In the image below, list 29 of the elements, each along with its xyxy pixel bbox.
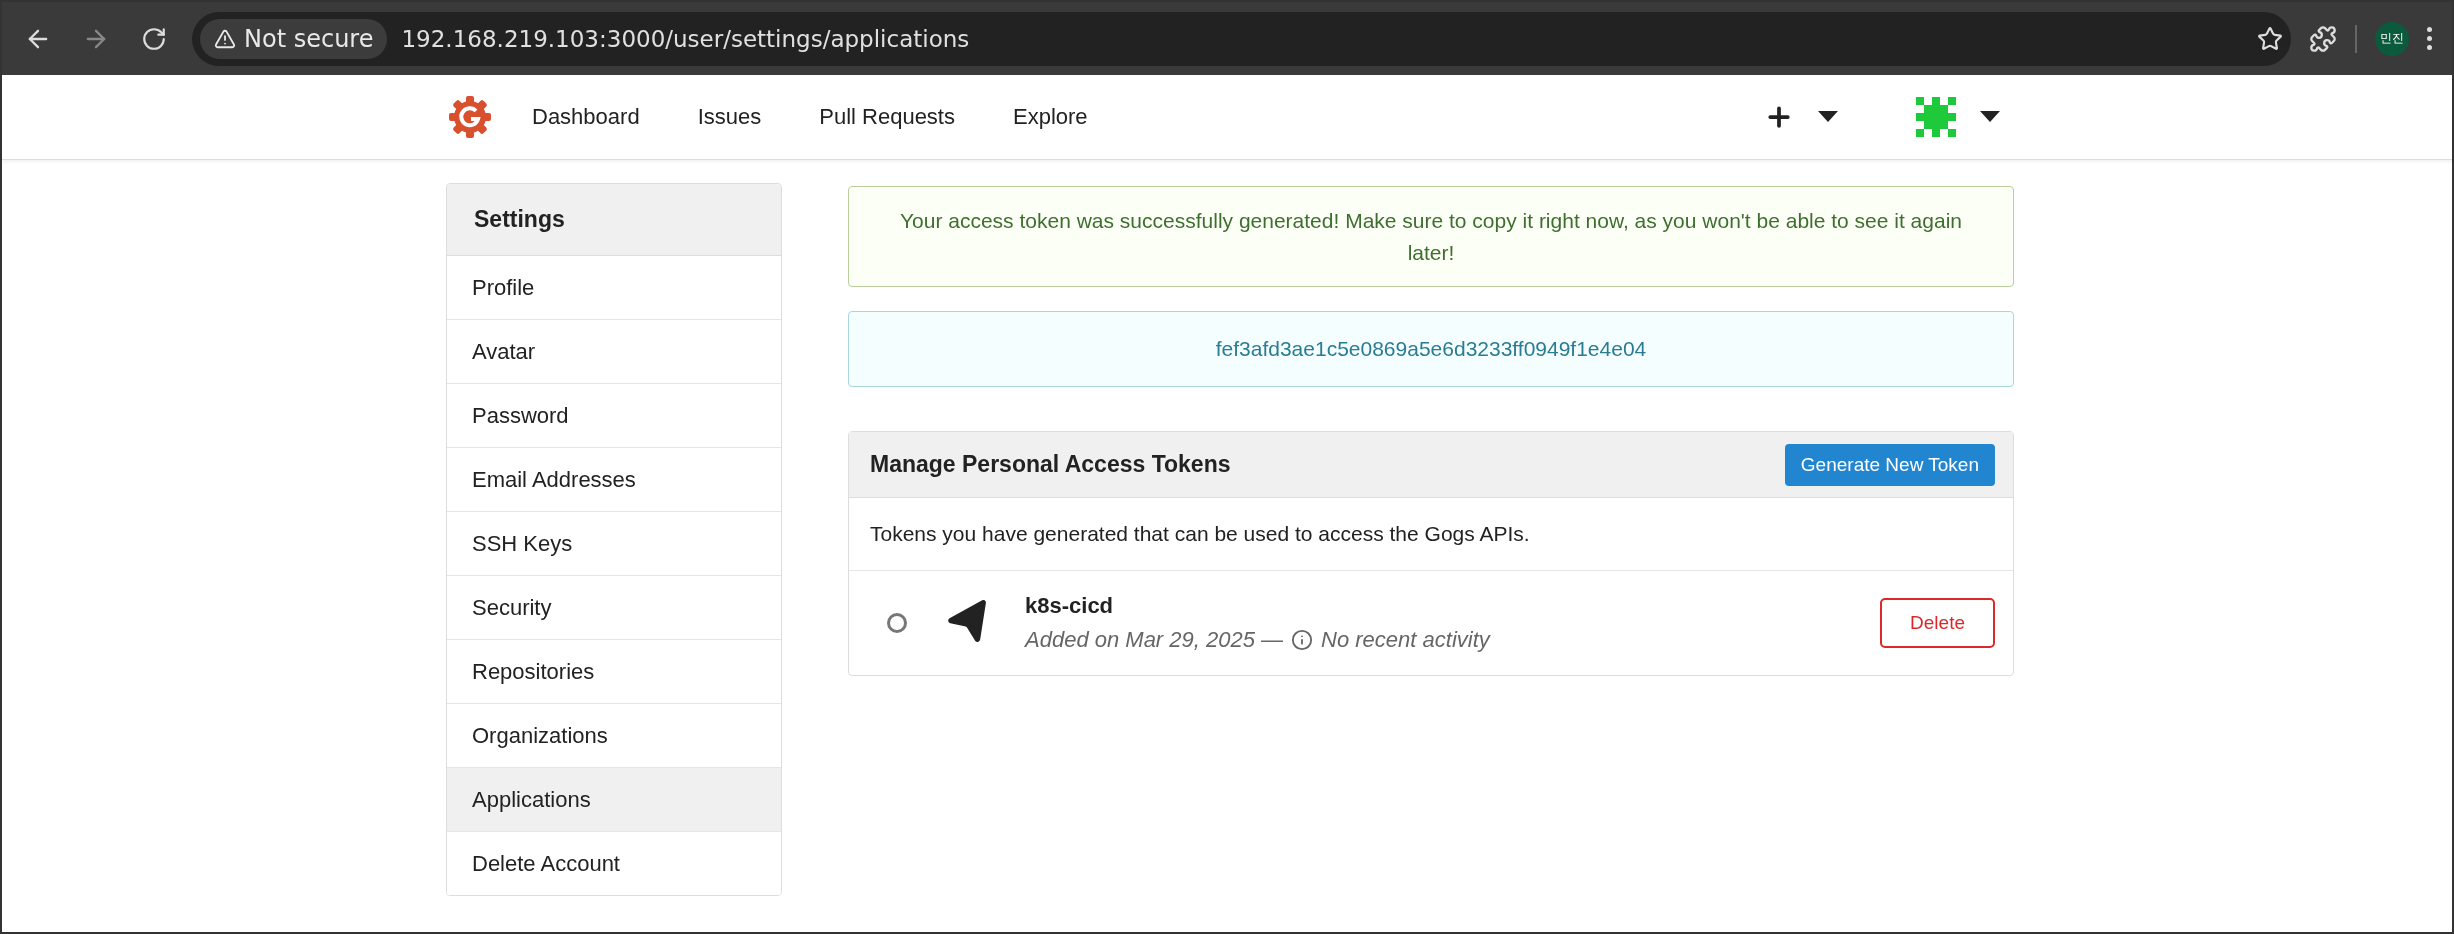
panel-description: Tokens you have generated that can be used to access the Gogs APIs.	[849, 498, 2013, 571]
info-icon	[1291, 629, 1314, 651]
warning-icon	[214, 27, 236, 50]
delete-button[interactable]: Delete	[1880, 598, 1995, 648]
security-chip[interactable]: Not secure	[200, 18, 388, 59]
url-text: 192.168.219.103:3000/user/settings/applications	[401, 25, 971, 52]
nav-link[interactable]: Dashboard	[532, 104, 640, 130]
token-value: fef3afd3ae1c5e0869a5e6d3233ff0949f1e4e04	[848, 311, 2014, 387]
reload-icon[interactable]	[141, 25, 167, 52]
generate-token-button[interactable]: Generate New Token	[1784, 443, 1995, 486]
profile-avatar[interactable]: 민진	[2375, 21, 2409, 56]
address-bar[interactable]: Not secure 192.168.219.103:3000/user/settings/applications	[192, 11, 2291, 66]
caret-icon[interactable]	[1818, 111, 1838, 123]
nav-link[interactable]: Issues	[697, 104, 762, 130]
caret-icon[interactable]	[1980, 111, 2000, 123]
extensions-icon[interactable]	[2309, 24, 2337, 53]
success-message: Your access token was successfully generated! Make sure to copy it right now, as you won't be able to see it again later!	[848, 186, 2014, 287]
token-added-date: Added on Mar 29, 2025 —	[1025, 627, 1284, 653]
logo-icon[interactable]	[448, 95, 492, 139]
token-name: k8s-cicd	[1025, 593, 1115, 619]
sidebar-item[interactable]: Delete Account	[447, 831, 781, 895]
sidebar-title: Settings	[447, 184, 781, 256]
sidebar-item[interactable]: Applications	[447, 767, 781, 831]
menu-icon[interactable]	[2427, 27, 2432, 50]
token-activity: No recent activity	[1321, 627, 1490, 653]
nav-link[interactable]: Explore	[1013, 104, 1088, 130]
panel-title: Manage Personal Access Tokens	[870, 451, 1231, 478]
nav-link[interactable]: Pull Requests	[819, 104, 955, 130]
star-icon[interactable]	[2257, 25, 2283, 52]
